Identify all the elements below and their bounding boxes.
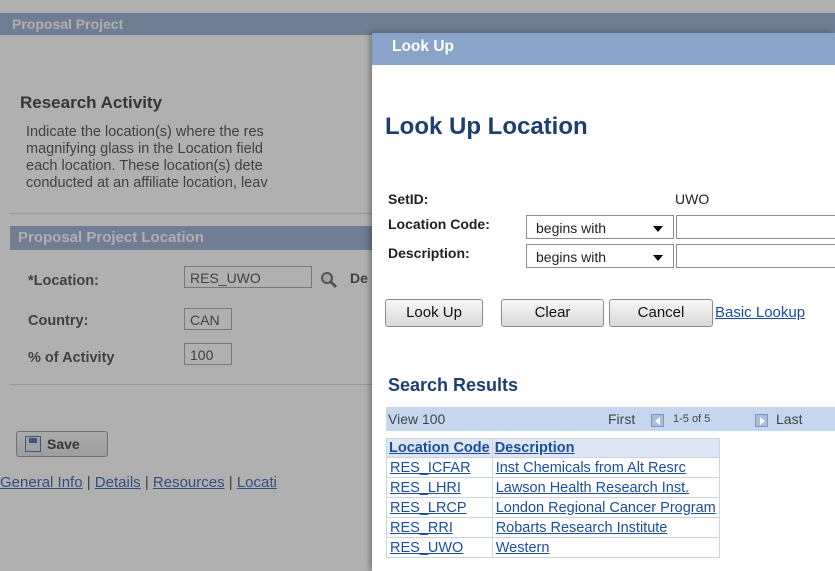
setid-value: UWO — [675, 191, 710, 207]
lookup-modal: Look Up Look Up Location SetID: UWO Loca… — [372, 33, 835, 571]
table-row: RES_RRI Robarts Research Institute — [386, 517, 720, 538]
table-row: RES_LRCP London Regional Cancer Program — [386, 497, 720, 518]
chevron-down-icon — [653, 226, 663, 232]
location-code-input[interactable] — [676, 215, 835, 239]
description-input[interactable] — [676, 244, 835, 268]
location-code-link[interactable]: RES_LHRI — [390, 480, 461, 496]
table-row: RES_LHRI Lawson Health Research Inst. — [386, 477, 720, 498]
location-code-link[interactable]: RES_UWO — [390, 540, 463, 556]
modal-title-bar[interactable]: Look Up — [372, 33, 835, 65]
location-code-label: Location Code: — [388, 216, 490, 232]
chevron-right-icon — [760, 417, 765, 425]
lookup-button[interactable]: Look Up — [385, 299, 483, 327]
previous-page-button[interactable] — [651, 414, 664, 427]
description-link[interactable]: Robarts Research Institute — [496, 520, 668, 536]
location-code-operator-select[interactable]: begins with — [526, 215, 674, 239]
last-link[interactable]: Last — [776, 411, 802, 427]
description-operator-value: begins with — [536, 249, 607, 265]
column-header-description[interactable]: Description — [491, 438, 720, 458]
description-operator-select[interactable]: begins with — [526, 244, 674, 268]
basic-lookup-link[interactable]: Basic Lookup — [715, 304, 805, 321]
location-code-link[interactable]: RES_ICFAR — [390, 460, 471, 476]
results-grid-header: View 100 First 1-5 of 5 Last — [386, 407, 835, 431]
clear-button[interactable]: Clear — [501, 299, 604, 327]
table-row: RES_UWO Western — [386, 537, 720, 558]
cancel-button[interactable]: Cancel — [609, 299, 713, 327]
next-page-button[interactable] — [755, 414, 768, 427]
chevron-down-icon — [653, 255, 663, 261]
column-header-location-code[interactable]: Location Code — [386, 438, 493, 458]
setid-label: SetID: — [388, 191, 429, 207]
table-row: RES_ICFAR Inst Chemicals from Alt Resrc — [386, 457, 720, 478]
results-table: Location Code Description RES_ICFAR Inst… — [386, 438, 720, 558]
location-code-link[interactable]: RES_RRI — [390, 520, 453, 536]
view-100-link[interactable]: View 100 — [388, 411, 445, 427]
description-link[interactable]: Lawson Health Research Inst. — [496, 480, 689, 496]
location-code-operator-value: begins with — [536, 220, 607, 236]
search-results-title: Search Results — [388, 375, 519, 395]
description-link[interactable]: London Regional Cancer Program — [496, 500, 716, 516]
chevron-left-icon — [655, 417, 660, 425]
results-header-row: Location Code Description — [386, 438, 720, 458]
location-code-link[interactable]: RES_LRCP — [390, 500, 467, 516]
modal-heading: Look Up Location — [385, 113, 588, 140]
first-link[interactable]: First — [608, 411, 635, 427]
description-link[interactable]: Western — [496, 540, 550, 556]
description-label: Description: — [388, 245, 470, 261]
page-range: 1-5 of 5 — [673, 413, 711, 425]
description-link[interactable]: Inst Chemicals from Alt Resrc — [496, 460, 686, 476]
